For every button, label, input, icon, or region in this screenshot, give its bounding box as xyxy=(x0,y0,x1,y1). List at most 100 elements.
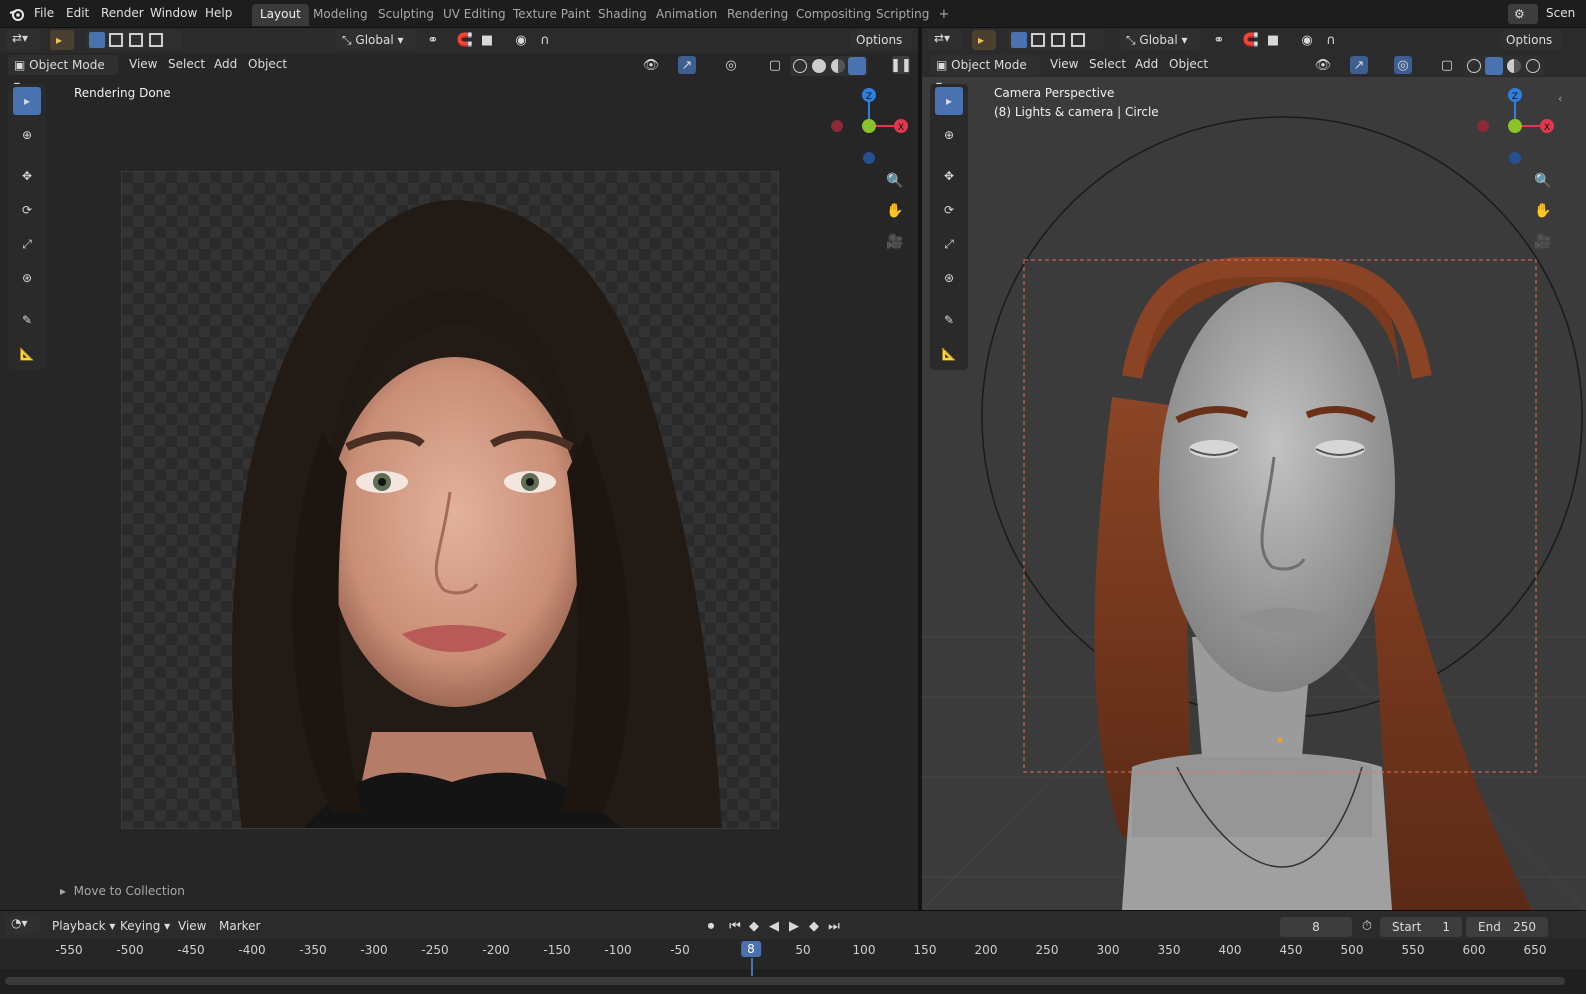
select-box-tool-icon[interactable]: ▸ xyxy=(13,87,41,115)
zoom-icon[interactable]: 🔍 xyxy=(884,170,906,192)
shading-buttons[interactable] xyxy=(790,56,868,76)
options-dropdown[interactable]: Options ▾ xyxy=(850,30,912,67)
playhead-frame-indicator[interactable]: 8 xyxy=(741,941,761,957)
gizmo-toggle-icon[interactable]: ↗ xyxy=(1350,56,1368,74)
visibility-icon[interactable]: 👁 xyxy=(1314,56,1332,74)
header-menu-add[interactable]: Add xyxy=(1135,57,1158,71)
blender-logo-icon[interactable] xyxy=(8,5,26,23)
header-menu-view[interactable]: View xyxy=(1050,57,1078,71)
pivot-icon[interactable]: ⚭ xyxy=(424,31,442,49)
transform-tool-icon[interactable]: ⊛ xyxy=(935,264,963,292)
transform-orientation-dropdown[interactable]: ⤡ Global ▾ xyxy=(1120,30,1200,50)
tab-sculpting[interactable]: Sculpting xyxy=(370,4,442,26)
scale-tool-icon[interactable]: ⤢ xyxy=(935,230,963,258)
snap-icon[interactable]: 🧲 xyxy=(456,31,474,49)
wireframe-shading-icon[interactable] xyxy=(793,59,807,73)
tab-scripting[interactable]: Scripting xyxy=(868,4,937,26)
annotate-tool-icon[interactable]: ✎ xyxy=(13,306,41,334)
tab-shading[interactable]: Shading xyxy=(590,4,655,26)
menu-help[interactable]: Help xyxy=(205,6,232,20)
rendered-shading-icon[interactable] xyxy=(848,57,866,75)
start-frame-field[interactable]: Start 1 xyxy=(1380,917,1462,937)
menu-file[interactable]: File xyxy=(34,6,54,20)
snap-target-icon[interactable]: ■ xyxy=(1264,31,1282,49)
add-workspace-icon[interactable]: + xyxy=(935,5,953,23)
tab-compositing[interactable]: Compositing xyxy=(788,4,879,26)
overlays-icon[interactable]: ◎ xyxy=(1394,56,1412,74)
camera-view-icon[interactable]: 🎥 xyxy=(884,231,906,253)
measure-tool-icon[interactable]: 📐 xyxy=(935,340,963,368)
record-icon[interactable]: ⏺ xyxy=(702,917,720,935)
falloff-icon[interactable]: ∩ xyxy=(536,31,554,49)
tab-uv-editing[interactable]: UV Editing xyxy=(435,4,514,26)
tab-texture-paint[interactable]: Texture Paint xyxy=(505,4,598,26)
header-menu-add[interactable]: Add xyxy=(214,57,237,71)
pan-hand-icon[interactable]: ✋ xyxy=(884,200,906,222)
header-menu-select[interactable]: Select xyxy=(1089,57,1126,71)
editor-type-icon[interactable]: ⇄▾ xyxy=(6,30,40,50)
select-tool-icon[interactable]: ▸ xyxy=(50,30,74,50)
tab-rendering[interactable]: Rendering xyxy=(719,4,796,26)
wireframe-shading-icon[interactable] xyxy=(1467,59,1481,73)
solid-shading-icon[interactable] xyxy=(1485,57,1503,75)
move-tool-icon[interactable]: ✥ xyxy=(13,162,41,190)
menu-window[interactable]: Window xyxy=(150,6,197,20)
sidebar-toggle-icon[interactable]: ‹ xyxy=(1558,92,1562,105)
annotate-tool-icon[interactable]: ✎ xyxy=(935,306,963,334)
proportional-edit-icon[interactable]: ◉ xyxy=(1298,31,1316,49)
rendered-shading-icon[interactable] xyxy=(1526,59,1540,73)
cursor-tool-icon[interactable]: ⊕ xyxy=(13,121,41,149)
header-menu-view[interactable]: View xyxy=(129,57,157,71)
scene-name[interactable]: Scen xyxy=(1546,6,1575,20)
timeline-menu-view[interactable]: View xyxy=(178,919,206,933)
mode-dropdown[interactable]: ▣ Object Mode ▾ xyxy=(8,55,118,92)
rotate-tool-icon[interactable]: ⟳ xyxy=(13,196,41,224)
zoom-icon[interactable]: 🔍 xyxy=(1532,170,1554,192)
timeline-menu-playback[interactable]: Playback ▾ xyxy=(52,919,115,933)
header-menu-select[interactable]: Select xyxy=(168,57,205,71)
camera-view-icon[interactable]: 🎥 xyxy=(1532,231,1554,253)
timeline-menu-keying[interactable]: Keying ▾ xyxy=(120,919,170,933)
horizontal-scrollbar[interactable] xyxy=(5,977,1565,985)
snap-target-icon[interactable]: ■ xyxy=(478,31,496,49)
timeline-menu-marker[interactable]: Marker xyxy=(219,919,260,933)
select-tool-icon[interactable]: ▸ xyxy=(972,30,996,50)
material-shading-icon[interactable] xyxy=(831,59,845,73)
select-mode-buttons[interactable] xyxy=(1008,30,1104,50)
stopwatch-icon[interactable]: ⏱ xyxy=(1358,917,1376,935)
jump-end-icon[interactable]: ⏭ xyxy=(825,917,843,935)
gizmo-toggle-icon[interactable]: ↗ xyxy=(678,56,696,74)
move-tool-icon[interactable]: ✥ xyxy=(935,162,963,190)
xray-icon[interactable]: ▢ xyxy=(766,56,784,74)
shading-buttons[interactable] xyxy=(1464,56,1544,76)
falloff-icon[interactable]: ∩ xyxy=(1322,31,1340,49)
navigation-gizmo[interactable]: Z X xyxy=(828,86,912,170)
scale-tool-icon[interactable]: ⤢ xyxy=(13,230,41,258)
menu-edit[interactable]: Edit xyxy=(66,6,89,20)
measure-tool-icon[interactable]: 📐 xyxy=(13,340,41,368)
transform-tool-icon[interactable]: ⊛ xyxy=(13,264,41,292)
pan-hand-icon[interactable]: ✋ xyxy=(1532,200,1554,222)
cursor-tool-icon[interactable]: ⊕ xyxy=(935,121,963,149)
navigation-gizmo[interactable]: Z X xyxy=(1474,86,1558,170)
playhead-line[interactable] xyxy=(751,958,753,976)
solid-shading-icon[interactable] xyxy=(812,59,826,73)
next-keyframe-icon[interactable]: ◆ xyxy=(805,917,823,935)
transform-orientation-dropdown[interactable]: ⤡ Global ▾ xyxy=(336,30,416,50)
tab-animation[interactable]: Animation xyxy=(648,4,725,26)
header-menu-object[interactable]: Object xyxy=(1169,57,1208,71)
prev-keyframe-icon[interactable]: ◆ xyxy=(745,917,763,935)
rotate-tool-icon[interactable]: ⟳ xyxy=(935,196,963,224)
visibility-icon[interactable]: 👁 xyxy=(642,56,660,74)
viewport-left[interactable]: ⇄▾ ▸ ⤡ Global ▾ ⚭ 🧲 ■ ◉ ∩ Options ▾ ▣ Ob… xyxy=(0,28,918,910)
mode-dropdown[interactable]: ▣ Object Mode ▾ xyxy=(930,55,1040,92)
overlays-icon[interactable]: ◎ xyxy=(722,56,740,74)
options-dropdown[interactable]: Options ▾ xyxy=(1500,30,1562,67)
operator-panel[interactable]: ▸ Move to Collection xyxy=(60,884,185,898)
jump-start-icon[interactable]: ⏮ xyxy=(726,917,744,935)
material-shading-icon[interactable] xyxy=(1507,59,1521,73)
select-mode-buttons[interactable] xyxy=(86,30,182,50)
play-reverse-icon[interactable]: ◀ xyxy=(765,917,783,935)
tab-modeling[interactable]: Modeling xyxy=(305,4,376,26)
menu-render[interactable]: Render xyxy=(101,6,144,20)
